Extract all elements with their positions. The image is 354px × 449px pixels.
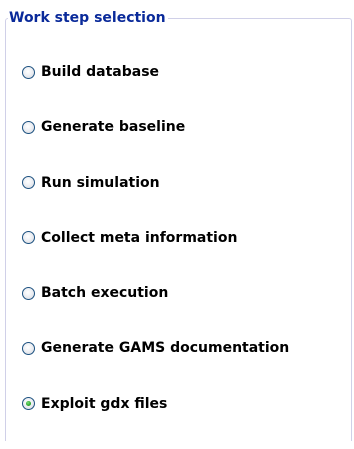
radio-button[interactable]: [22, 176, 35, 190]
work-step-group-title: Work step selection: [8, 8, 168, 28]
radio-button[interactable]: [22, 286, 35, 300]
radio-option-generate-baseline[interactable]: Generate baseline: [22, 117, 289, 137]
radio-button[interactable]: [22, 397, 35, 411]
radio-selected-dot-icon: [26, 401, 31, 407]
radio-button[interactable]: [22, 120, 35, 134]
radio-label[interactable]: Run simulation: [41, 173, 160, 193]
radio-button[interactable]: [22, 341, 35, 355]
radio-label[interactable]: Collect meta information: [41, 228, 237, 248]
radio-option-generate-gams-documentation[interactable]: Generate GAMS documentation: [22, 338, 289, 358]
radio-option-build-database[interactable]: Build database: [22, 62, 289, 82]
radio-option-collect-meta-information[interactable]: Collect meta information: [22, 228, 289, 248]
radio-label[interactable]: Generate GAMS documentation: [41, 338, 289, 358]
radio-button[interactable]: [22, 231, 35, 245]
radio-label[interactable]: Generate baseline: [41, 117, 185, 137]
radio-option-run-simulation[interactable]: Run simulation: [22, 173, 289, 193]
radio-label[interactable]: Batch execution: [41, 283, 168, 303]
work-step-radio-group: Build database Generate baseline Run sim…: [22, 62, 289, 449]
radio-option-exploit-gdx-files[interactable]: Exploit gdx files: [22, 394, 289, 414]
radio-label[interactable]: Build database: [41, 62, 159, 82]
radio-label[interactable]: Exploit gdx files: [41, 394, 167, 414]
radio-option-batch-execution[interactable]: Batch execution: [22, 283, 289, 303]
radio-button[interactable]: [22, 65, 35, 79]
